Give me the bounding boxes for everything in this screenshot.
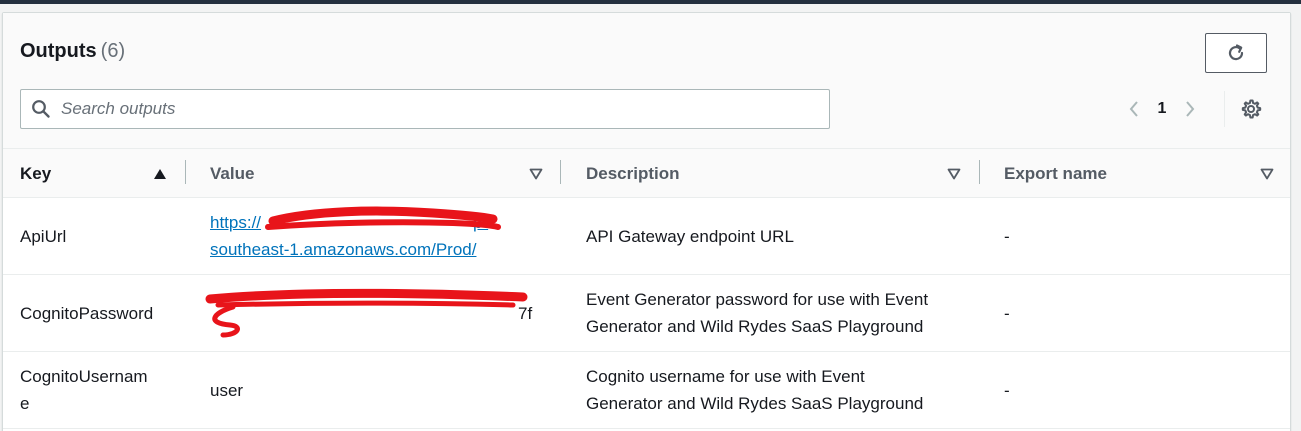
output-export-name: - xyxy=(1004,380,1010,400)
search-box[interactable] xyxy=(20,89,830,129)
sort-description-icon[interactable] xyxy=(947,149,961,198)
table-row: CognitoUsernam e user Cognito username fo… xyxy=(3,352,1290,429)
chevron-left-icon xyxy=(1129,101,1138,117)
description-line-1: Cognito username for use with Event xyxy=(586,367,865,386)
outputs-panel: Outputs(6) 1 xyxy=(2,12,1291,431)
output-export-name: - xyxy=(1004,226,1010,246)
panel-title: Outputs (6) xyxy=(20,40,125,63)
password-value-tail: 7f xyxy=(518,303,533,323)
current-page-number[interactable]: 1 xyxy=(1147,100,1177,118)
output-value: 7f xyxy=(210,275,550,351)
sort-export-name-icon[interactable] xyxy=(1260,149,1274,198)
output-key: CognitoPassword xyxy=(20,303,154,323)
sort-ascending-icon[interactable] xyxy=(153,149,167,198)
search-icon xyxy=(21,90,61,128)
console-top-bar xyxy=(0,0,1301,4)
column-resizer[interactable] xyxy=(185,160,186,184)
output-value: user xyxy=(210,380,244,400)
search-input[interactable] xyxy=(61,91,801,127)
description-line-1: Event Generator password for use with Ev… xyxy=(586,290,929,309)
key-line-1: CognitoUsernam xyxy=(20,367,148,386)
description-line-2: Generator and Wild Rydes SaaS Playground xyxy=(586,394,924,413)
refresh-icon xyxy=(1228,44,1244,61)
description-line-2: Generator and Wild Rydes SaaS Playground xyxy=(586,317,924,336)
pagination-divider xyxy=(1224,91,1225,127)
column-resizer[interactable] xyxy=(979,160,980,184)
chevron-right-icon xyxy=(1186,101,1195,117)
pagination: 1 xyxy=(1121,95,1203,123)
key-line-2: e xyxy=(20,394,30,413)
column-header-key[interactable]: Key xyxy=(20,149,51,198)
previous-page-button[interactable] xyxy=(1121,95,1147,123)
column-header-export-name[interactable]: Export name xyxy=(1004,149,1107,198)
table-row: ApiUrl https:// p-southeast-1.amazonaws.c… xyxy=(3,198,1290,275)
output-description: API Gateway endpoint URL xyxy=(586,226,794,246)
panel-title-text: Outputs xyxy=(20,40,97,62)
table-row: CognitoPassword 7f Event Generator passw… xyxy=(3,275,1290,352)
output-description: Cognito username for use with Event Gener… xyxy=(586,352,966,428)
gear-icon xyxy=(1241,99,1262,119)
api-url-start: https:// xyxy=(210,213,262,232)
outputs-count: (6) xyxy=(100,40,126,62)
column-header-value[interactable]: Value xyxy=(210,149,254,198)
api-url-end: southeast-1.amazonaws.com/Prod/ xyxy=(210,240,477,259)
column-header-description[interactable]: Description xyxy=(586,149,680,198)
api-url-line1-tail: p- xyxy=(473,213,489,232)
output-key: ApiUrl xyxy=(20,226,67,246)
api-url-link[interactable]: https:// p-southeast-1.amazonaws.com/Prod… xyxy=(210,209,488,263)
output-key: CognitoUsernam e xyxy=(20,352,180,428)
output-export-name: - xyxy=(1004,303,1010,323)
sort-value-icon[interactable] xyxy=(529,149,543,198)
output-description: Event Generator password for use with Ev… xyxy=(586,275,966,351)
table-header: Key Value Description Export name xyxy=(3,149,1290,198)
refresh-button[interactable] xyxy=(1205,33,1267,73)
next-page-button[interactable] xyxy=(1177,95,1203,123)
column-resizer[interactable] xyxy=(560,160,561,184)
preferences-button[interactable] xyxy=(1238,96,1264,122)
output-value: https:// p-southeast-1.amazonaws.com/Prod… xyxy=(210,198,550,274)
